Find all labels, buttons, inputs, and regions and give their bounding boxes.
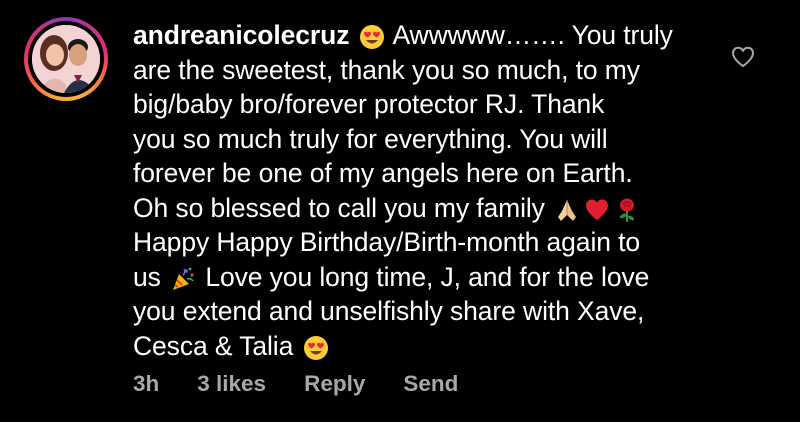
- comment-line-text: us: [133, 261, 161, 292]
- send-button[interactable]: Send: [403, 371, 458, 396]
- comment-line-1: andreanicolecruz Awwwww……. You truly: [133, 18, 733, 53]
- comment-line-6: Oh so blessed to call you my family: [133, 191, 733, 226]
- comment-text: andreanicolecruz Awwwww……. You truly are…: [133, 18, 733, 363]
- timestamp: 3h: [133, 371, 160, 396]
- heart-eyes-emoji: [303, 335, 329, 361]
- avatar[interactable]: [24, 17, 108, 101]
- heart-eyes-emoji: [359, 24, 385, 50]
- folded-hands-emoji: [554, 197, 580, 223]
- party-popper-emoji: [170, 266, 196, 292]
- red-heart-emoji: [584, 197, 610, 223]
- reply-button[interactable]: Reply: [304, 371, 365, 396]
- comment-line-9: you extend and unselfishly share with Xa…: [133, 296, 645, 326]
- comment-meta: 3h 3 likes Reply Send: [133, 371, 496, 397]
- heart-outline-icon: [732, 46, 754, 67]
- like-button[interactable]: [730, 44, 756, 70]
- avatar-photo: [32, 25, 100, 93]
- comment-line-5: forever be one of my angels here on Eart…: [133, 158, 633, 188]
- rose-emoji: [614, 197, 640, 223]
- username-link[interactable]: andreanicolecruz: [133, 20, 349, 50]
- comment-line-10: Cesca & Talia: [133, 329, 733, 364]
- comment-line-text: Love you long time, J, and for the love: [205, 261, 650, 292]
- comment-line-text: Awwwww……. You truly: [392, 20, 673, 50]
- comment-line-2: are the sweetest, thank you so much, to …: [133, 54, 640, 85]
- comment-line-3: big/baby bro/forever protector RJ. Thank: [133, 89, 605, 119]
- comment-line-text: Cesca & Talia: [133, 330, 294, 361]
- likes-count[interactable]: 3 likes: [197, 371, 266, 396]
- comment-line-4: you so much truly for everything. You wi…: [133, 123, 608, 154]
- comment-line-text: Oh so blessed to call you my family: [133, 192, 545, 223]
- comment-line-7: Happy Happy Birthday/Birth-month again t…: [133, 227, 641, 257]
- comment-line-8: us Love you long time, J, and for the lo…: [133, 260, 733, 295]
